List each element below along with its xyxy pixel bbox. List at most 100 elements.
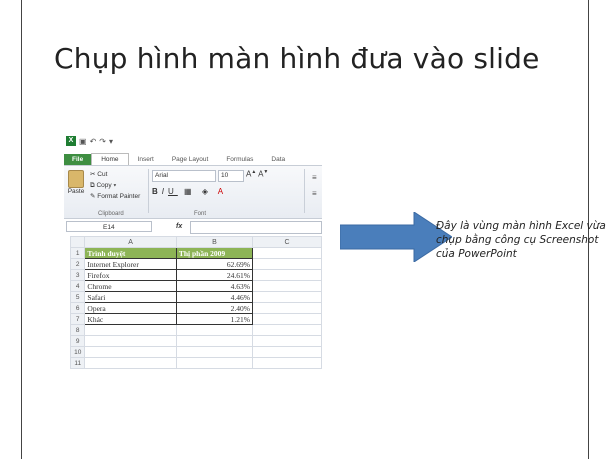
align-icon: ≡ ≡ [312,173,317,198]
row-number: 5 [69,291,86,303]
column-header: B [175,236,254,248]
clipboard-group-label: Clipboard [98,211,124,217]
save-icon: ▣ [79,136,87,146]
cell-browser: Opera [84,302,177,314]
cell [84,357,177,369]
table-row: 2 Internet Explorer 62.69% [69,258,322,270]
excel-screenshot[interactable]: X ▣ ↶ ↷ ▾ File Home Insert Page Layout F… [64,133,322,403]
cell-share: 2.40% [175,302,254,314]
ribbon-tabs: File Home Insert Page Layout Formulas Da… [64,151,322,165]
cell [84,335,177,347]
row-number: 6 [69,302,86,314]
table-row: 7 Khác 1.21% [69,313,322,325]
tab-data: Data [271,156,286,163]
qat-dropdown-icon: ▾ [108,136,113,146]
paste-button: Paste [66,170,86,195]
font-size-select: 10 [218,170,244,182]
row-number: 2 [69,258,86,270]
tab-formulas: Formulas [226,156,254,163]
cell-browser: Khác [84,313,177,325]
cell [175,335,254,347]
row-number: 10 [69,346,86,358]
column-header: A [84,236,177,248]
font-group-label: Font [194,211,207,217]
scissors-icon: ✂ [90,171,96,178]
cell-share: 4.46% [175,291,254,303]
corner-cell [69,236,86,248]
undo-icon: ↶ [89,136,97,146]
cell-share: 1.21% [175,313,254,325]
row-number: 11 [69,357,86,369]
format-painter-button: ✎ Format Painter [90,191,140,202]
cell-share: 4.63% [175,280,254,292]
cell [252,324,322,336]
clipboard-commands: ✂ Cut ⧉ Copy ▾ ✎ Format Painter [90,169,140,202]
table-row: 4 Chrome 4.63% [69,280,322,292]
column-header-row: A B C [69,236,322,248]
formula-bar: E14 fx [64,221,322,234]
cell-browser: Chrome [84,280,177,292]
row-number: 7 [69,313,86,325]
formula-input [190,221,322,234]
cell [175,346,254,358]
column-header: C [252,236,322,248]
excel-logo-icon: X [66,136,76,146]
row-number: 3 [69,269,86,281]
cell [84,324,177,336]
tab-home: Home [91,153,129,165]
cut-label: Cut [97,171,108,178]
cell-browser: Firefox [84,269,177,281]
cell [252,302,322,314]
cell [252,269,322,281]
slide-title[interactable]: Chụp hình màn hình đưa vào slide [54,42,540,75]
table-row: 9 [69,335,322,347]
table-row: 5 Safari 4.46% [69,291,322,303]
row-number: 9 [69,335,86,347]
border-icon: ▦ [184,187,196,196]
tab-insert: Insert [137,156,154,163]
table-row: 6 Opera 2.40% [69,302,322,314]
cell [175,324,254,336]
cell [252,247,322,259]
cut-button: ✂ Cut [90,169,140,180]
ribbon: Paste ✂ Cut ⧉ Copy ▾ ✎ Format Painter Cl… [64,165,322,219]
cell [84,346,177,358]
ribbon-divider [304,169,305,213]
font-color-icon: A [217,187,228,196]
cell [252,313,322,325]
tab-file: File [64,154,92,165]
paste-icon [68,170,84,188]
fill-color-icon: ◈ [201,187,212,196]
bold-icon: B [152,187,162,196]
worksheet-grid: A B C 1 Trình duyệt Thị phần 2009 2 Inte… [69,236,322,369]
copy-button: ⧉ Copy ▾ [90,182,117,189]
format-painter-label: Format Painter [97,193,141,200]
cell-share: 62.69% [175,258,254,270]
cell [252,291,322,303]
font-name-select: Arial [152,170,216,182]
table-row: 1 Trình duyệt Thị phần 2009 [69,247,322,259]
table-row: 8 [69,324,322,336]
row-number: 4 [69,280,86,292]
font-style-buttons: BIU ▦ ◈ A [152,187,227,196]
name-box: E14 [66,221,152,232]
table-row: 11 [69,357,322,369]
brush-icon: ✎ [90,193,96,200]
quick-access-toolbar: X ▣ ↶ ↷ ▾ [64,133,322,149]
copy-label: Copy [96,182,112,189]
tab-page-layout: Page Layout [171,156,209,163]
cell [252,346,322,358]
redo-icon: ↷ [99,136,106,146]
row-number: 8 [69,324,86,336]
callout-note[interactable]: Đây là vùng màn hình Excel vừa chụp bằng… [436,219,606,261]
table-row: 10 [69,346,322,358]
underline-icon: U [168,187,178,196]
cell-share: 24.61% [175,269,254,281]
cell [252,258,322,270]
function-icon: fx [176,223,183,230]
cell [252,357,322,369]
paste-label: Paste [67,188,85,195]
cell [175,357,254,369]
cell [252,335,322,347]
cell-browser: Safari [84,291,177,303]
